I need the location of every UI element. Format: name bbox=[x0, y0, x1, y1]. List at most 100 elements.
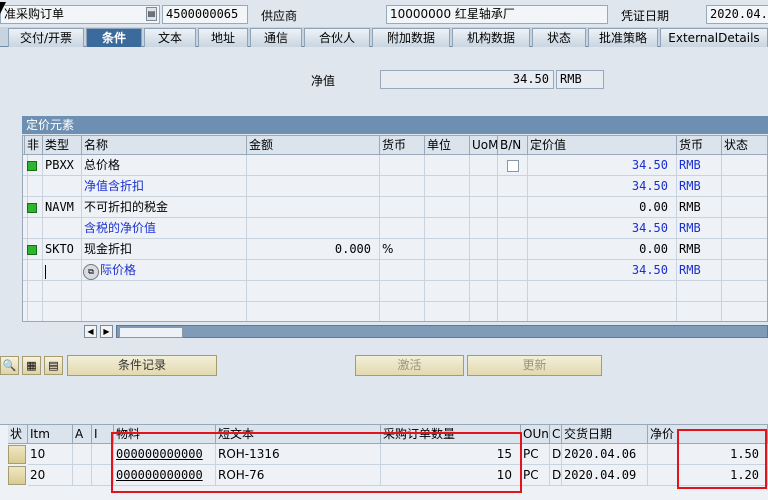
pricing-cell bbox=[470, 176, 498, 197]
col-header-unit[interactable]: 单位 bbox=[425, 136, 470, 155]
item-cell-empty[interactable] bbox=[73, 444, 92, 465]
pricing-cell: 34.50 bbox=[528, 155, 677, 176]
item-cell-itm[interactable]: 10 bbox=[28, 444, 73, 465]
item-row-selector[interactable] bbox=[8, 445, 26, 464]
tab-delivery-invoice[interactable]: 交付/开票 bbox=[8, 28, 84, 47]
pricing-cell bbox=[25, 218, 43, 239]
pricing-cell bbox=[470, 155, 498, 176]
pricing-cell[interactable] bbox=[247, 260, 380, 281]
pricing-cell bbox=[722, 155, 767, 176]
col-header-name[interactable]: 名称 bbox=[82, 136, 247, 155]
pricing-cell bbox=[425, 239, 470, 260]
item-cell-empty[interactable] bbox=[73, 465, 92, 486]
po-number-field[interactable]: 4500000065 bbox=[162, 5, 248, 24]
pricing-cell[interactable]: 0.000 bbox=[247, 239, 380, 260]
items-col-itm[interactable]: Itm bbox=[28, 425, 73, 444]
item-cell-oun[interactable]: PC bbox=[521, 444, 550, 465]
pricing-cell bbox=[722, 260, 767, 281]
pricing-cell bbox=[380, 260, 425, 281]
item-cell-c[interactable]: D bbox=[550, 444, 562, 465]
activate-label: 激活 bbox=[397, 358, 422, 372]
pricing-cell[interactable] bbox=[247, 176, 380, 197]
pricing-cell: 现金折扣 bbox=[82, 239, 247, 260]
pricing-cell: RMB bbox=[677, 155, 722, 176]
col-header-pricing-value[interactable]: 定价值 bbox=[528, 136, 677, 155]
pricing-table: 非 类型 名称 金额 货币 单位 UoM B/N 定价值 货币 状态 PBXX 总… bbox=[22, 135, 768, 322]
items-col-delivery-date[interactable]: 交货日期 bbox=[562, 425, 648, 444]
items-col-oun[interactable]: OUn bbox=[521, 425, 550, 444]
item-cell-c[interactable]: D bbox=[550, 465, 562, 486]
status-green-icon bbox=[27, 160, 37, 171]
tab-partners[interactable]: 合伙人 bbox=[304, 28, 370, 47]
col-header-currency[interactable]: 货币 bbox=[380, 136, 425, 155]
pricing-cell[interactable] bbox=[247, 155, 380, 176]
horizontal-scrollbar[interactable] bbox=[116, 325, 768, 338]
pricing-cell bbox=[425, 218, 470, 239]
status-green-icon bbox=[27, 202, 37, 213]
status-green-icon bbox=[27, 244, 37, 255]
update-button[interactable]: 更新 bbox=[467, 355, 602, 376]
items-col-a[interactable]: A bbox=[73, 425, 92, 444]
pricing-cell bbox=[677, 302, 722, 321]
pricing-cell bbox=[25, 260, 43, 281]
condition-record-button[interactable]: 条件记录 bbox=[67, 355, 217, 376]
pricing-cell bbox=[247, 302, 380, 321]
col-header-value-currency[interactable]: 货币 bbox=[677, 136, 722, 155]
col-header-type[interactable]: 类型 bbox=[43, 136, 82, 155]
tab-org-data[interactable]: 机构数据 bbox=[452, 28, 530, 47]
vendor-value: 10000000 红星轴承厂 bbox=[390, 7, 515, 21]
col-header-uom[interactable]: UoM bbox=[470, 136, 498, 155]
tab-communication[interactable]: 通信 bbox=[250, 28, 302, 47]
pricing-cell bbox=[380, 281, 425, 302]
item-cell-date[interactable]: 2020.04.06 bbox=[562, 444, 648, 465]
doc-type-field[interactable]: 准采购订单 bbox=[0, 5, 160, 24]
tab-texts[interactable]: 文本 bbox=[144, 28, 196, 47]
pricing-cell: 含税的净价值 bbox=[82, 218, 247, 239]
pricing-cell bbox=[470, 281, 498, 302]
pricing-cell bbox=[425, 176, 470, 197]
doc-date-value: 2020.04. bbox=[710, 7, 768, 21]
col-header-amount[interactable]: 金额 bbox=[247, 136, 380, 155]
bn-checkbox[interactable] bbox=[506, 159, 519, 172]
tab-conditions[interactable]: 条件 bbox=[86, 28, 142, 47]
doc-date-field[interactable]: 2020.04. bbox=[706, 5, 768, 24]
scroll-right-button[interactable]: ▶ bbox=[100, 325, 113, 338]
condition-detail-icon[interactable]: ⧉ bbox=[83, 264, 99, 280]
tab-release-strategy[interactable]: 批准策略 bbox=[588, 28, 658, 47]
tab-additional-data[interactable]: 附加数据 bbox=[372, 28, 450, 47]
tab-external-details[interactable]: ExternalDetails bbox=[660, 28, 768, 47]
scroll-left-button[interactable]: ◀ bbox=[84, 325, 97, 338]
pricing-cell bbox=[470, 302, 498, 321]
item-cell-itm[interactable]: 20 bbox=[28, 465, 73, 486]
pricing-cell bbox=[43, 260, 82, 281]
item-cell-date[interactable]: 2020.04.09 bbox=[562, 465, 648, 486]
pricing-cell bbox=[25, 197, 43, 218]
item-cell-oun[interactable]: PC bbox=[521, 465, 550, 486]
pricing-cell bbox=[722, 239, 767, 260]
pricing-cell bbox=[722, 176, 767, 197]
pricing-cell bbox=[82, 302, 247, 321]
items-col-status[interactable]: 状 bbox=[8, 425, 28, 444]
col-header-bn[interactable]: B/N bbox=[498, 136, 528, 155]
tab-status[interactable]: 状态 bbox=[532, 28, 586, 47]
insert-row-icon[interactable]: ▦ bbox=[22, 356, 41, 375]
vendor-field[interactable]: 10000000 红星轴承厂 bbox=[386, 5, 608, 24]
net-value-currency: RMB bbox=[560, 72, 582, 86]
item-row-selector[interactable] bbox=[8, 466, 26, 485]
delete-row-icon[interactable]: ▤ bbox=[44, 356, 63, 375]
pricing-cell[interactable] bbox=[247, 218, 380, 239]
update-label: 更新 bbox=[522, 358, 547, 372]
pricing-cell[interactable] bbox=[247, 197, 380, 218]
condition-record-label: 条件记录 bbox=[117, 358, 166, 372]
pricing-cell: 0.00 bbox=[528, 197, 677, 218]
col-header-status[interactable]: 状态 bbox=[722, 136, 767, 155]
dropdown-icon[interactable]: ▤ bbox=[146, 7, 157, 21]
col-header-non[interactable]: 非 bbox=[25, 136, 43, 155]
tab-address[interactable]: 地址 bbox=[198, 28, 248, 47]
scrollbar-thumb[interactable] bbox=[119, 327, 183, 338]
items-col-c[interactable]: C bbox=[550, 425, 562, 444]
pricing-cell: 34.50 bbox=[528, 176, 677, 197]
net-value-field: 34.50 bbox=[380, 70, 554, 89]
activate-button[interactable]: 激活 bbox=[355, 355, 464, 376]
details-icon[interactable]: 🔍 bbox=[0, 356, 19, 375]
